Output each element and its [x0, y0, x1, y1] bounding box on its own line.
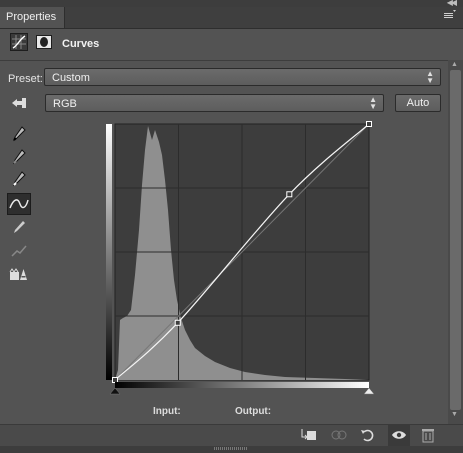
select-arrows-icon: ▲ ▼ [426, 69, 434, 85]
curve-control-point[interactable] [112, 377, 118, 383]
channel-value: RGB [53, 98, 77, 110]
panel-top-strip: ◀◀ [0, 0, 463, 7]
clipping-warning-icon[interactable] [9, 266, 29, 286]
curve-control-point[interactable] [174, 319, 181, 326]
input-gradient-bar [115, 382, 369, 388]
channel-select[interactable]: RGB ▲ ▼ [45, 94, 384, 112]
preset-value: Custom [52, 72, 90, 84]
curve-point-tool-icon[interactable] [7, 193, 31, 215]
scroll-up-icon[interactable]: ▲ [451, 61, 458, 68]
view-previous-state-icon[interactable] [330, 427, 348, 443]
curve-control-point[interactable] [286, 191, 293, 198]
white-point-slider[interactable] [363, 387, 375, 395]
white-point-eyedropper-icon[interactable] [9, 170, 29, 190]
adjustment-title: Curves [62, 38, 100, 50]
output-label: Output: [235, 406, 272, 417]
pencil-draw-icon[interactable] [9, 219, 29, 239]
gray-point-eyedropper-icon[interactable] [9, 148, 29, 168]
on-image-adjust-icon[interactable] [9, 94, 29, 114]
auto-button[interactable]: Auto [395, 94, 441, 112]
layer-mask-icon[interactable] [36, 35, 52, 49]
scroll-down-icon[interactable]: ▼ [451, 411, 458, 418]
reset-icon[interactable] [359, 427, 377, 443]
black-point-slider[interactable] [109, 387, 121, 395]
black-point-eyedropper-icon[interactable] [9, 125, 29, 145]
clip-to-layer-icon[interactable] [300, 427, 318, 443]
grip-dots [214, 447, 248, 450]
header-divider [0, 60, 463, 61]
delete-trash-icon[interactable] [419, 427, 437, 443]
curves-adjustment-icon[interactable] [10, 33, 28, 51]
preset-label: Preset: [8, 73, 43, 85]
preset-select[interactable]: Custom ▲ ▼ [44, 68, 441, 86]
tab-properties-label: Properties [6, 11, 57, 23]
panel-tab-bar [0, 7, 463, 29]
select-arrows-icon: ▲ ▼ [369, 95, 377, 111]
curves-graph[interactable] [106, 121, 378, 397]
output-gradient-bar [106, 124, 112, 380]
curve-control-point[interactable] [366, 121, 372, 127]
visibility-eye-icon[interactable] [390, 427, 408, 443]
smooth-curve-icon[interactable] [9, 242, 29, 262]
panel-menu-icon[interactable] [443, 9, 457, 23]
scrollbar-thumb[interactable] [450, 70, 461, 410]
collapse-panels-icon[interactable]: ◀◀ [447, 0, 457, 7]
input-label: Input: [153, 406, 181, 417]
